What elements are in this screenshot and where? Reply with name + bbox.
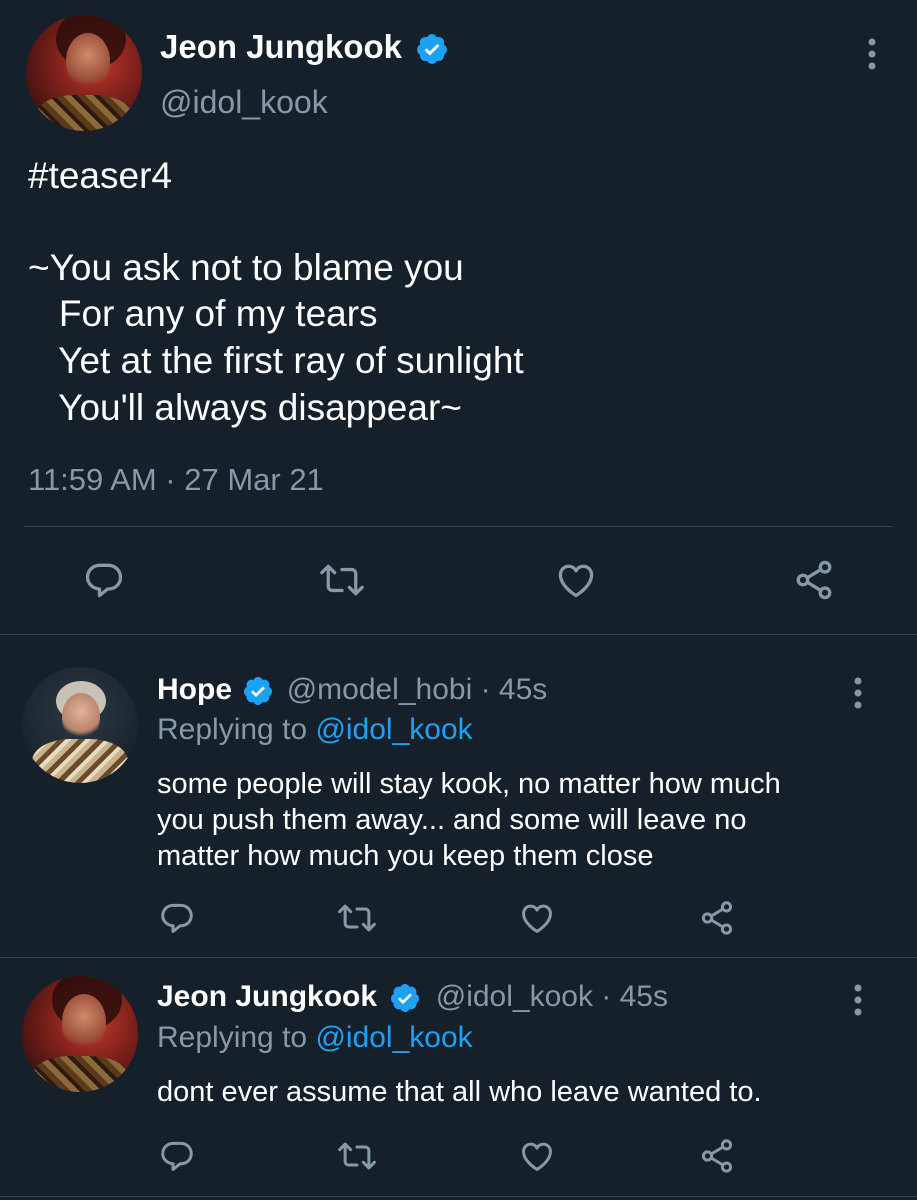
share-button[interactable] [790, 556, 838, 604]
tweet-thread-page: Jeon Jungkook @idol_kook #teaser4 ~You a… [0, 0, 917, 1200]
author-handle[interactable]: @idol_kook [160, 84, 328, 121]
reply-icon [85, 563, 123, 598]
avatar[interactable] [22, 976, 138, 1092]
heart-icon [522, 904, 552, 933]
reply-header: Hope @model_hobi · 45s [157, 673, 547, 707]
reply-button[interactable] [156, 897, 198, 939]
replying-to-label: Replying to [157, 1021, 316, 1054]
share-icon [796, 560, 832, 600]
retweet-icon [338, 904, 376, 932]
retweet-icon [338, 1142, 376, 1170]
author-handle-time[interactable]: @idol_kook · 45s [436, 980, 668, 1013]
like-button[interactable] [516, 1135, 558, 1177]
more-vertical-icon[interactable] [846, 675, 870, 711]
avatar[interactable] [26, 15, 142, 131]
author-name[interactable]: Hope [157, 673, 232, 706]
share-button[interactable] [696, 897, 738, 939]
verified-badge-icon [417, 34, 448, 65]
heart-icon [522, 1142, 552, 1171]
tweet-body-line: Yet at the first ray of sunlight [28, 340, 524, 381]
reply-icon [161, 1141, 193, 1171]
main-tweet: Jeon Jungkook @idol_kook #teaser4 ~You a… [0, 0, 917, 634]
reply-button[interactable] [156, 1135, 198, 1177]
like-button[interactable] [516, 897, 558, 939]
more-vertical-icon[interactable] [846, 982, 870, 1018]
reply-button[interactable] [80, 556, 128, 604]
share-icon [701, 1139, 733, 1173]
author-name-text: Jeon Jungkook [160, 28, 403, 65]
reply-tweet[interactable]: Hope @model_hobi · 45s Replying to @idol… [0, 635, 917, 957]
reply-icon [161, 903, 193, 933]
tweet-body-line: ~You ask not to blame you [28, 247, 464, 288]
divider [0, 1196, 917, 1197]
replying-to: Replying to @idol_kook [157, 1021, 473, 1055]
retweet-icon [320, 564, 364, 596]
replying-to: Replying to @idol_kook [157, 713, 473, 747]
replying-to-label: Replying to [157, 713, 316, 746]
replying-to-link[interactable]: @idol_kook [315, 713, 472, 746]
verified-badge-icon [391, 984, 420, 1013]
more-vertical-icon[interactable] [860, 36, 884, 72]
retweet-button[interactable] [316, 556, 368, 604]
verified-badge-icon [244, 677, 273, 706]
like-button[interactable] [552, 556, 600, 604]
reply-text-line: matter how much you keep them close [157, 840, 654, 872]
tweet-body-line: You'll always disappear~ [28, 387, 462, 428]
share-button[interactable] [696, 1135, 738, 1177]
tweet-timestamp[interactable]: 11:59 AM · 27 Mar 21 [28, 462, 324, 498]
reply-text-line: dont ever assume that all who leave want… [157, 1076, 762, 1108]
author-name[interactable]: Jeon Jungkook [160, 28, 449, 66]
heart-icon [558, 564, 594, 598]
avatar[interactable] [22, 667, 138, 783]
author-handle-time[interactable]: @model_hobi · 45s [287, 673, 548, 706]
replying-to-link[interactable]: @idol_kook [315, 1021, 472, 1054]
reply-tweet[interactable]: Jeon Jungkook @idol_kook · 45s Replying … [0, 958, 917, 1200]
hashtag-link[interactable]: #teaser4 [28, 154, 172, 198]
retweet-button[interactable] [334, 1135, 380, 1177]
retweet-button[interactable] [334, 897, 380, 939]
share-icon [701, 901, 733, 935]
author-name[interactable]: Jeon Jungkook [157, 980, 377, 1013]
divider [24, 526, 892, 527]
reply-text-line: you push them away... and some will leav… [157, 804, 747, 836]
tweet-body-line: For any of my tears [28, 293, 378, 334]
reply-text-line: some people will stay kook, no matter ho… [157, 768, 781, 800]
reply-header: Jeon Jungkook @idol_kook · 45s [157, 980, 668, 1014]
